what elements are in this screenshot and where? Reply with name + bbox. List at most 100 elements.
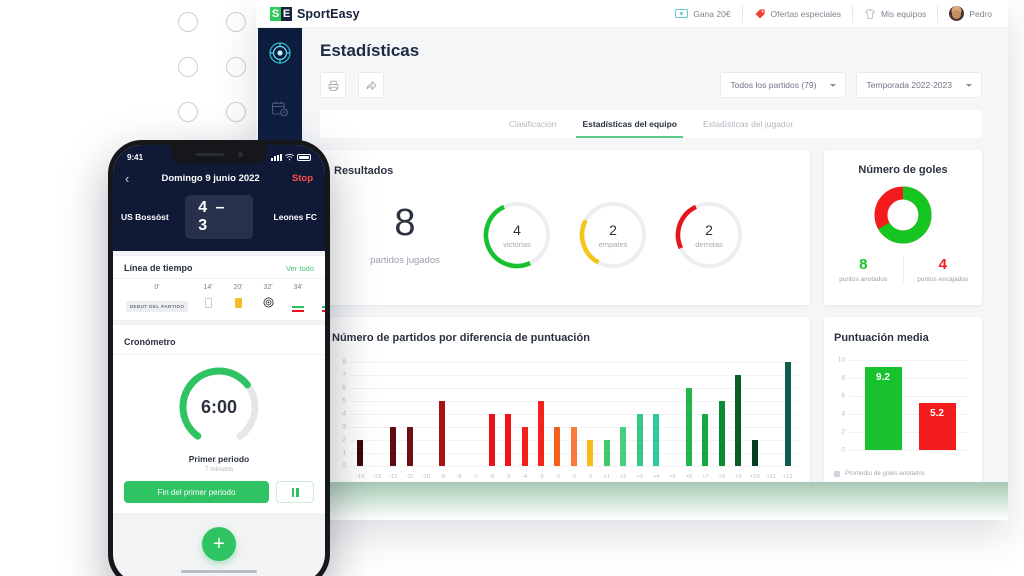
phone-footer: + (113, 513, 325, 576)
nav-label-ofertas: Ofertas especiales (770, 8, 841, 19)
bar-column (467, 362, 483, 466)
x-tick-label: -11 (405, 474, 414, 480)
decorative-dot (226, 102, 246, 122)
legend-label-anotados: Promedio de goles anotados (845, 470, 926, 477)
bar[interactable] (570, 427, 577, 466)
page-toolbar: Todos los partidos (79) Temporada 2022-2… (320, 72, 982, 98)
x-tick-label: -7 (472, 474, 478, 480)
x-tick-label: +7 (702, 474, 709, 480)
chronometer-time: 6:00 (200, 396, 238, 417)
bar[interactable] (603, 440, 610, 466)
print-button[interactable] (320, 72, 346, 98)
share-button[interactable] (358, 72, 385, 98)
away-team-name: Leones FC (273, 212, 317, 222)
chronometer-minutes: 7 minutos (204, 466, 234, 473)
goles-conceded: 4 puntos encajados (902, 256, 983, 283)
media-chart-title: Puntuación media (834, 332, 929, 344)
ring-label: empates (598, 239, 628, 249)
bar[interactable] (653, 414, 660, 466)
x-tick-label: -5 (505, 474, 511, 480)
x-tick-label: +5 (669, 474, 676, 480)
calendar-clock-icon[interactable] (267, 96, 293, 122)
bar-column (434, 362, 450, 466)
bar[interactable] (685, 388, 692, 466)
x-tick-label: -12 (388, 474, 398, 480)
total-matches-stat: 8 partidos jugados (330, 204, 480, 266)
chronometer-buttons: Fin del primer periodo (113, 481, 325, 503)
stop-button[interactable]: Stop (292, 173, 313, 184)
bar[interactable] (587, 440, 594, 466)
ring-derrotas: 2 derrotas (672, 198, 746, 272)
y-tick-label: 6 (342, 384, 346, 392)
bar[interactable] (390, 427, 397, 466)
tab-estadisticas-jugador[interactable]: Estadísticas del jugador (703, 110, 793, 138)
y-tick-label: 0 (342, 462, 346, 470)
season-filter-label: Temporada 2022-2023 (866, 80, 952, 90)
bar[interactable] (538, 401, 545, 466)
bar[interactable] (554, 427, 561, 466)
pause-button[interactable] (276, 481, 314, 503)
phone-mockup: 9:41 ‹ Domingo 9 junio 2022 Stop US Boss… (108, 140, 330, 576)
end-period-button[interactable]: Fin del primer periodo (124, 481, 269, 503)
bar[interactable] (521, 427, 528, 466)
decorative-dot (178, 57, 198, 77)
tag-icon (755, 9, 765, 18)
bar[interactable] (784, 362, 791, 466)
bar-column (747, 362, 763, 466)
card-resultados: Resultados 8 partidos jugados 4 victorias… (320, 150, 810, 305)
speaker-icon (195, 153, 224, 156)
bar[interactable] (439, 401, 446, 466)
timeline-see-all-link[interactable]: Ver todo (286, 264, 314, 273)
bar[interactable] (505, 414, 512, 466)
bar[interactable] (636, 414, 643, 466)
tab-clasificacion[interactable]: Clasificación (509, 110, 557, 138)
bar-series (352, 362, 796, 466)
bar-column (484, 362, 500, 466)
y-tick-label: 5 (342, 397, 346, 405)
nav-item-ofertas[interactable]: Ofertas especiales (743, 4, 853, 23)
season-filter-dropdown[interactable]: Temporada 2022-2023 (856, 72, 982, 98)
avatar (949, 6, 965, 21)
debut-badge: DEBUT DEL PARTIDO (125, 301, 189, 312)
filter-dropdowns: Todos los partidos (79) Temporada 2022-2… (720, 72, 982, 98)
nav-label-mis-equipos: Mis equipos (880, 8, 927, 19)
nav-item-gana[interactable]: Gana 20€ (664, 4, 743, 23)
bar-column (451, 362, 467, 466)
bar[interactable] (735, 375, 742, 466)
bar[interactable] (620, 427, 627, 466)
card-numero-de-goles: Número de goles 8 puntos anotados 4 punt… (824, 150, 982, 305)
bar[interactable]: 5.2 (918, 403, 956, 450)
bar[interactable] (751, 440, 758, 466)
y-tick-label: 3 (342, 423, 346, 431)
bar-column (648, 362, 664, 466)
bar-column (401, 362, 417, 466)
brand-name: SportEasy (297, 6, 360, 21)
tab-estadisticas-equipo[interactable]: Estadísticas del equipo (576, 110, 684, 138)
ring-victorias: 4 victorias (480, 198, 554, 272)
target-icon[interactable] (267, 40, 293, 66)
bar[interactable] (718, 401, 725, 466)
nav-item-user[interactable]: Pedro (938, 5, 994, 23)
ticket-icon (675, 9, 689, 18)
y-tick-label: 2 (841, 428, 845, 436)
nav-item-mis-equipos[interactable]: Mis equipos (853, 4, 939, 23)
chronometer-gauge: 6:00 (176, 364, 262, 450)
bar[interactable] (406, 427, 413, 466)
ring-value: 2 (609, 221, 617, 238)
x-tick-label: +4 (652, 474, 660, 480)
bar[interactable] (488, 414, 495, 466)
gridline (350, 466, 798, 467)
ring-value: 2 (705, 221, 713, 238)
decorative-dot (226, 12, 246, 32)
nav-label-gana: Gana 20€ (693, 8, 731, 19)
add-button[interactable]: + (202, 527, 236, 561)
ring-label: victorias (503, 239, 531, 249)
chevron-down-icon (966, 83, 972, 87)
sporteasy-logo[interactable]: S E SportEasy (270, 6, 360, 21)
matches-filter-dropdown[interactable]: Todos los partidos (79) (720, 72, 847, 98)
bar[interactable] (357, 440, 364, 466)
bar[interactable]: 9.2 (864, 367, 902, 450)
bar-column (566, 362, 582, 466)
scoreboard: US Bossòst 4 – 3 Leones FC (113, 186, 325, 241)
bar[interactable] (702, 414, 709, 466)
